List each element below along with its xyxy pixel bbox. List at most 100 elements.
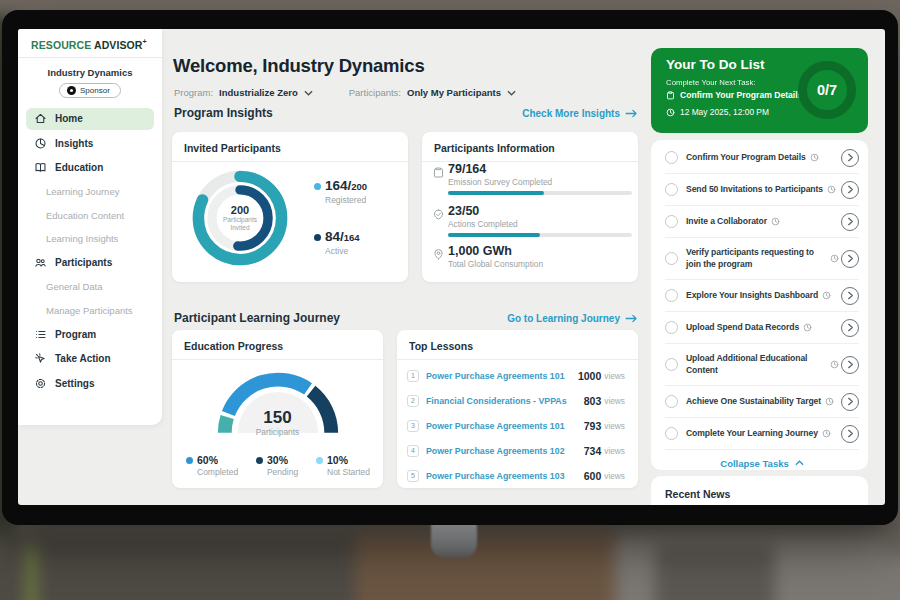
lesson-views: 793 <box>584 420 602 432</box>
metric-label: Actions Completed <box>448 219 518 229</box>
sidebar-item-participants[interactable]: Participants <box>26 252 154 274</box>
todo-task[interactable]: Confirm Your Program Details <box>665 142 859 174</box>
lesson-link[interactable]: Power Purchase Agreements 101 <box>426 421 584 431</box>
clock-icon <box>822 429 831 438</box>
lesson-views: 600 <box>584 470 602 482</box>
sidebar-item-settings[interactable]: Settings <box>26 372 154 394</box>
task-open-button[interactable] <box>841 149 859 167</box>
todo-task[interactable]: Verify participants requesting to join t… <box>665 238 859 280</box>
lesson-row: 4Power Purchase Agreements 102734views <box>397 438 638 463</box>
progress-bar <box>448 233 632 237</box>
clock-icon <box>803 323 812 332</box>
task-checkbox[interactable] <box>665 395 678 408</box>
go-to-learning-journey-link[interactable]: Go to Learning Journey <box>507 313 638 324</box>
sidebar-item-general-data[interactable]: General Data <box>26 276 154 297</box>
learning-journey-header: Participant Learning Journey Go to Learn… <box>174 311 638 325</box>
sidebar-item-take-action[interactable]: Take Action <box>26 348 154 370</box>
active-dot <box>314 234 321 241</box>
sidebar-item-learning-journey[interactable]: Learning Journey <box>26 181 154 202</box>
todo-task[interactable]: Achieve One Sustainability Target <box>665 386 859 418</box>
sidebar-item-program[interactable]: Program <box>26 323 154 345</box>
insights-icon <box>34 137 47 150</box>
todo-title: Your To Do List <box>666 57 765 72</box>
sidebar: RESOURCE ADVISOR+ Industry Dynamics Spon… <box>18 29 162 425</box>
todo-due-date: 12 May 2025, 12:00 PM <box>666 107 769 117</box>
task-open-button[interactable] <box>841 356 859 374</box>
task-checkbox[interactable] <box>665 215 678 228</box>
participants-information-card: Participants Information 79/164 Emission… <box>422 132 638 282</box>
todo-task[interactable]: Invite a Collaborator <box>665 206 859 238</box>
section-title-learning-journey: Participant Learning Journey <box>174 311 340 325</box>
participants-value: Only My Participants <box>407 87 501 98</box>
legend-dot <box>256 457 263 464</box>
todo-subtitle: Complete Your Next Task: <box>666 78 756 87</box>
task-open-button[interactable] <box>841 319 859 337</box>
lesson-rank: 3 <box>407 420 419 432</box>
lesson-row: 5Power Purchase Agreements 103600views <box>397 463 638 488</box>
lesson-link[interactable]: Power Purchase Agreements 102 <box>426 446 584 456</box>
sidebar-item-education[interactable]: Education <box>26 157 154 179</box>
org-name: Industry Dynamics <box>18 67 162 78</box>
program-insights-header: Program Insights Check More Insights <box>174 106 638 120</box>
participants-dropdown[interactable]: Participants: Only My Participants <box>349 87 516 98</box>
metric-label: Total Global Consumption <box>448 259 543 269</box>
program-dropdown[interactable]: Program: Industrialize Zero <box>174 87 313 98</box>
chevron-down-icon <box>304 90 313 96</box>
registered-dot <box>314 183 321 190</box>
lesson-rank: 1 <box>407 370 419 382</box>
task-open-button[interactable] <box>841 181 859 199</box>
filters: Program: Industrialize Zero Participants… <box>174 87 516 98</box>
legend-dot <box>186 457 193 464</box>
legend-pending: 30%Pending <box>256 454 298 477</box>
collapse-tasks-link[interactable]: Collapse Tasks <box>665 450 859 476</box>
todo-task[interactable]: Upload Spend Data Records <box>665 312 859 344</box>
chevron-up-icon <box>795 460 804 466</box>
lesson-link[interactable]: Power Purchase Agreements 101 <box>426 371 578 381</box>
sidebar-item-insights[interactable]: Insights <box>26 132 154 154</box>
gauge-center-value: 150 <box>172 408 383 428</box>
task-icon <box>666 91 675 100</box>
todo-task[interactable]: Explore Your Insights Dashboard <box>665 280 859 312</box>
clock-icon <box>822 291 831 300</box>
clock-icon <box>666 108 675 117</box>
todo-task[interactable]: Complete Your Learning Journey <box>665 418 859 450</box>
card-title: Education Progress <box>172 330 383 360</box>
task-checkbox[interactable] <box>665 151 678 164</box>
card-title: Invited Participants <box>172 132 408 162</box>
task-checkbox[interactable] <box>665 252 678 265</box>
task-checkbox[interactable] <box>665 183 678 196</box>
task-open-button[interactable] <box>841 250 859 268</box>
recent-news-card: Recent News <box>651 476 868 505</box>
metric-value: 23/50 <box>448 204 479 218</box>
task-open-button[interactable] <box>841 287 859 305</box>
todo-task[interactable]: Upload Additional Educational Content <box>665 344 859 386</box>
sidebar-item-education-content[interactable]: Education Content <box>26 205 154 226</box>
sidebar-item-home[interactable]: Home <box>26 108 154 130</box>
lesson-link[interactable]: Financial Considerations - VPPAs <box>426 396 584 406</box>
task-checkbox[interactable] <box>665 358 678 371</box>
arrow-right-icon <box>625 109 638 118</box>
task-checkbox[interactable] <box>665 289 678 302</box>
location-icon <box>432 248 445 261</box>
todo-progress-ring: 0/7 <box>798 61 856 119</box>
program-value: Industrialize Zero <box>219 87 298 98</box>
program-icon <box>34 328 47 341</box>
task-open-button[interactable] <box>841 393 859 411</box>
check-more-insights-link[interactable]: Check More Insights <box>522 108 638 119</box>
task-checkbox[interactable] <box>665 427 678 440</box>
task-open-button[interactable] <box>841 425 859 443</box>
sidebar-item-learning-insights[interactable]: Learning Insights <box>26 228 154 249</box>
clock-icon <box>810 153 819 162</box>
settings-icon <box>34 377 47 390</box>
education-progress-card: Education Progress 150 Participants 60%C… <box>172 330 383 488</box>
lesson-link[interactable]: Power Purchase Agreements 103 <box>426 471 584 481</box>
sidebar-item-manage-participants[interactable]: Manage Participants <box>26 300 154 321</box>
top-lessons-card: Top Lessons 1Power Purchase Agreements 1… <box>397 330 638 488</box>
survey-icon <box>432 166 445 179</box>
task-checkbox[interactable] <box>665 321 678 334</box>
task-open-button[interactable] <box>841 213 859 231</box>
todo-task[interactable]: Send 50 Invitations to Participants <box>665 174 859 206</box>
sponsor-badge: Sponsor <box>59 83 121 98</box>
registered-legend: 164/200 Registered <box>314 176 367 205</box>
clock-icon <box>771 217 780 226</box>
